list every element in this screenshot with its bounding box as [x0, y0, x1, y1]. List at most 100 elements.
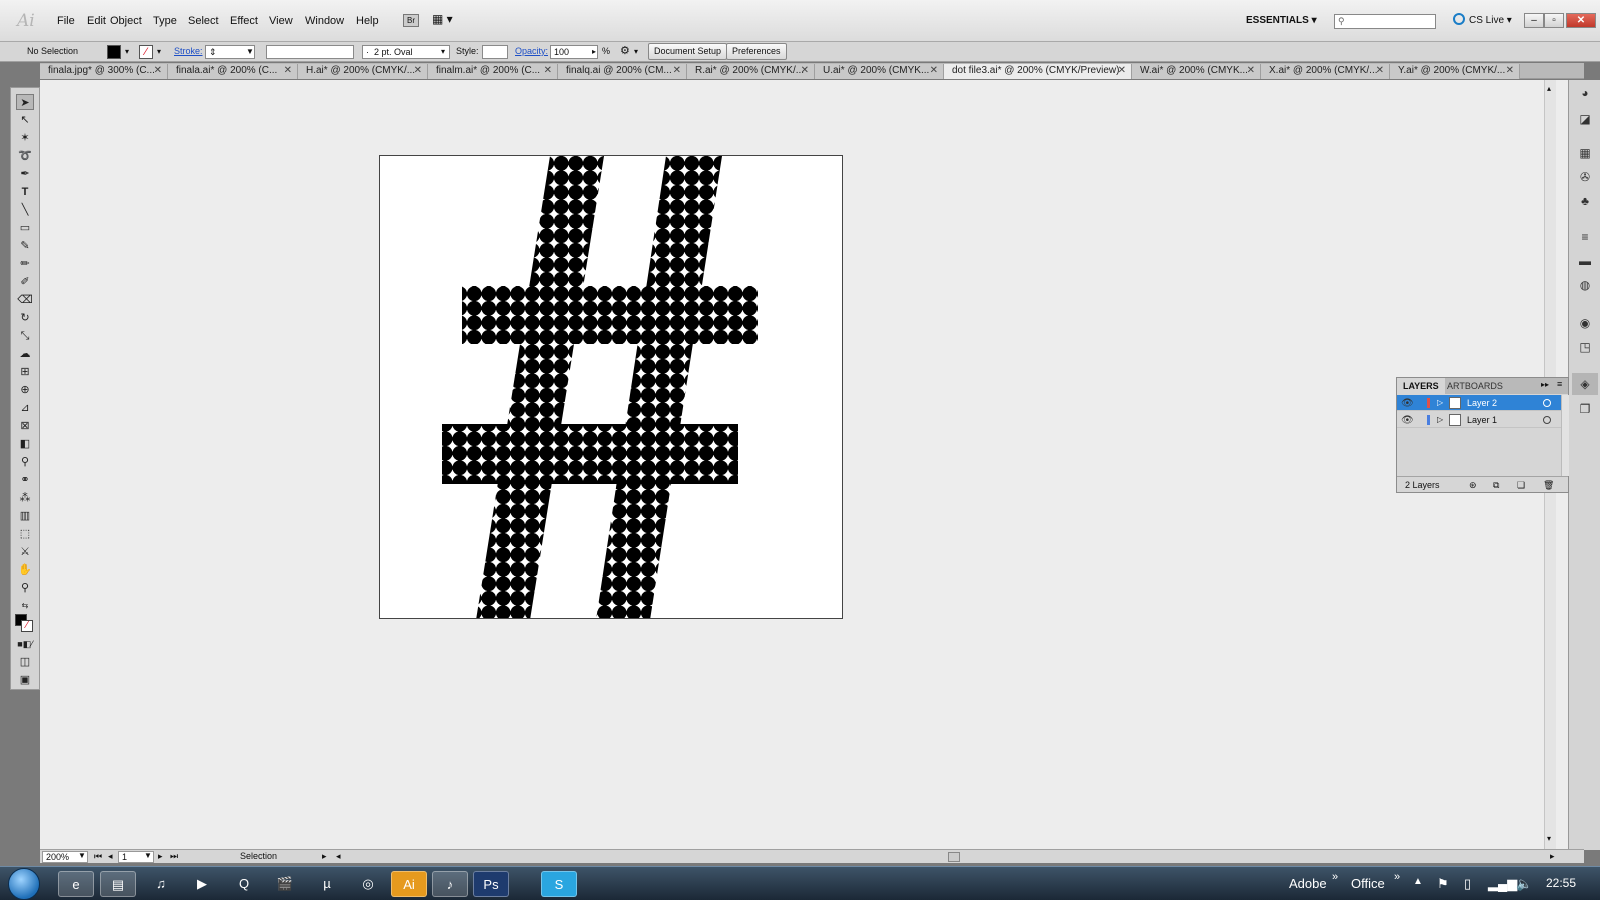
start-button[interactable]	[8, 868, 40, 900]
layer-row-layer-2[interactable]: 👁 ▷ Layer 2	[1397, 395, 1561, 411]
collapse-icon[interactable]: ▸▸	[1541, 380, 1549, 389]
paintbrush-tool-icon[interactable]: ✎	[16, 238, 34, 254]
slice-tool-icon[interactable]: ⚔	[16, 544, 34, 560]
tray-toolbar-adobe[interactable]: Adobe	[1289, 876, 1327, 891]
make-clipping-mask-icon[interactable]: ⧉	[1493, 477, 1499, 493]
hand-tool-icon[interactable]: ✋	[16, 562, 34, 578]
gradient-panel-icon[interactable]: ▬	[1577, 254, 1593, 268]
close-icon[interactable]: ✕	[284, 64, 292, 78]
color-panel-icon[interactable]: ◕	[1577, 86, 1593, 100]
rectangle-tool-icon[interactable]: ▭	[16, 220, 34, 236]
utorrent-icon[interactable]: µ	[309, 871, 345, 897]
chevron-icon[interactable]: »	[1394, 871, 1400, 883]
stroke-swatch[interactable]: ⁄	[139, 45, 153, 59]
network-signal-icon[interactable]: ▂▄▆	[1488, 876, 1517, 892]
target-icon[interactable]	[1543, 399, 1551, 407]
type-tool-icon[interactable]: T	[16, 184, 34, 200]
selection-tool-icon[interactable]: ➤	[16, 94, 34, 110]
scale-tool-icon[interactable]: ⤡	[16, 328, 34, 344]
workspace-switcher[interactable]: ESSENTIALS ▾	[1246, 15, 1317, 26]
first-artboard-icon[interactable]: ⏮	[94, 851, 102, 862]
tab-dot-file3-ai[interactable]: dot file3.ai* @ 200% (CMYK/Preview) ✕	[944, 64, 1132, 79]
close-icon[interactable]: ✕	[1506, 64, 1514, 78]
warp-tool-icon[interactable]: ☁	[16, 346, 34, 362]
volume-icon[interactable]: 🔈	[1516, 876, 1532, 892]
last-artboard-icon[interactable]: ⏭	[170, 851, 178, 862]
stroke-dropdown-icon[interactable]: ▾	[157, 47, 161, 56]
stroke-weight-dropdown-icon[interactable]: ▼	[246, 47, 254, 56]
graphic-style-swatch[interactable]	[482, 45, 508, 59]
screen-mode-icon[interactable]: ▣	[16, 672, 34, 688]
zoom-tool-icon[interactable]: ⚲	[16, 580, 34, 596]
close-button[interactable]: ✕	[1566, 13, 1596, 28]
tab-finala-ai[interactable]: finala.ai* @ 200% (C... ✕	[168, 64, 298, 79]
gradient-tool-icon[interactable]: ◧	[16, 436, 34, 452]
tab-u-ai[interactable]: U.ai* @ 200% (CMYK... ✕	[815, 64, 944, 79]
expand-arrow-icon[interactable]: ▷	[1437, 412, 1443, 428]
menu-effect[interactable]: Effect	[230, 15, 258, 27]
next-artboard-icon[interactable]: ▸	[158, 851, 163, 862]
stroke-label[interactable]: Stroke:	[174, 46, 203, 56]
tab-finalm-ai[interactable]: finalm.ai* @ 200% (C... ✕	[428, 64, 558, 79]
direct-selection-tool-icon[interactable]: ↖	[16, 112, 34, 128]
close-icon[interactable]: ✕	[930, 64, 938, 78]
opacity-label[interactable]: Opacity:	[515, 46, 548, 56]
media-player-icon[interactable]: ▶	[184, 871, 220, 897]
tab-artboards[interactable]: ARTBOARDS	[1441, 378, 1509, 394]
tab-r-ai[interactable]: R.ai* @ 200% (CMYK/... ✕	[687, 64, 815, 79]
fill-dropdown-icon[interactable]: ▾	[125, 47, 129, 56]
menu-edit[interactable]: Edit	[87, 15, 106, 27]
menu-object[interactable]: Object	[110, 15, 142, 27]
visibility-eye-icon[interactable]: 👁	[1401, 413, 1414, 429]
variable-width-profile[interactable]	[266, 45, 354, 59]
fill-swatch[interactable]	[107, 45, 121, 59]
graphic-styles-icon[interactable]: ◳	[1577, 340, 1593, 354]
perspective-grid-tool-icon[interactable]: ⊿	[16, 400, 34, 416]
menu-type[interactable]: Type	[153, 15, 177, 27]
color-mode-icons[interactable]: ■◧⁄	[16, 636, 34, 652]
close-icon[interactable]: ✕	[673, 64, 681, 78]
artboard[interactable]	[379, 155, 843, 619]
close-icon[interactable]: ✕	[154, 64, 162, 78]
status-menu-icon[interactable]: ▸	[322, 851, 327, 862]
tab-h-ai[interactable]: H.ai* @ 200% (CMYK/... ✕	[298, 64, 428, 79]
visibility-eye-icon[interactable]: 👁	[1401, 396, 1414, 412]
photoshop-taskbar-icon[interactable]: Ps	[473, 871, 509, 897]
maximize-button[interactable]: ▫	[1544, 13, 1564, 28]
pencil-tool-icon[interactable]: ✏	[16, 256, 34, 272]
locate-object-icon[interactable]: ⊛	[1469, 477, 1477, 493]
preferences-button[interactable]: Preferences	[726, 43, 787, 60]
lasso-tool-icon[interactable]: ➰	[16, 148, 34, 164]
layer-name[interactable]: Layer 2	[1467, 395, 1497, 411]
stroke-color-icon[interactable]: ⁄	[21, 620, 33, 632]
layer-name[interactable]: Layer 1	[1467, 412, 1497, 428]
column-graph-tool-icon[interactable]: ▥	[16, 508, 34, 524]
cs-live-button[interactable]: CS Live ▾	[1453, 13, 1512, 26]
brush-dropdown-icon[interactable]: ▾	[441, 47, 445, 56]
pen-tool-icon[interactable]: ✒	[16, 166, 34, 182]
menu-select[interactable]: Select	[188, 15, 219, 27]
bridge-button[interactable]: Br	[403, 14, 419, 27]
tab-layers[interactable]: LAYERS	[1397, 378, 1445, 394]
horizontal-scroll-thumb[interactable]	[948, 852, 960, 862]
recolor-artwork-icon[interactable]: ⚙	[620, 44, 630, 57]
close-icon[interactable]: ✕	[544, 64, 552, 78]
close-icon[interactable]: ✕	[1118, 64, 1126, 78]
close-icon[interactable]: ✕	[1247, 64, 1255, 78]
transparency-panel-icon[interactable]: ◍	[1577, 278, 1593, 292]
scroll-up-icon[interactable]: ▴	[1547, 84, 1551, 93]
mesh-tool-icon[interactable]: ⊠	[16, 418, 34, 434]
recolor-dropdown-icon[interactable]: ▾	[634, 47, 638, 56]
scroll-right-icon[interactable]: ▸	[1550, 851, 1555, 862]
menu-file[interactable]: File	[57, 15, 75, 27]
zoom-dropdown-icon[interactable]: ▼	[78, 851, 86, 860]
eyedropper-tool-icon[interactable]: ⚲	[16, 454, 34, 470]
swatches-panel-icon[interactable]: ▦	[1577, 146, 1593, 160]
chevron-icon[interactable]: »	[1332, 871, 1338, 883]
tab-finalq-ai[interactable]: finalq.ai @ 200% (CM... ✕	[558, 64, 687, 79]
internet-explorer-icon[interactable]: e	[58, 871, 94, 897]
file-explorer-icon[interactable]: ▤	[100, 871, 136, 897]
arrange-documents-button[interactable]: ▦ ▾	[432, 13, 460, 27]
artboard-dropdown-icon[interactable]: ▼	[144, 851, 152, 860]
expand-arrow-icon[interactable]: ▷	[1437, 395, 1443, 411]
